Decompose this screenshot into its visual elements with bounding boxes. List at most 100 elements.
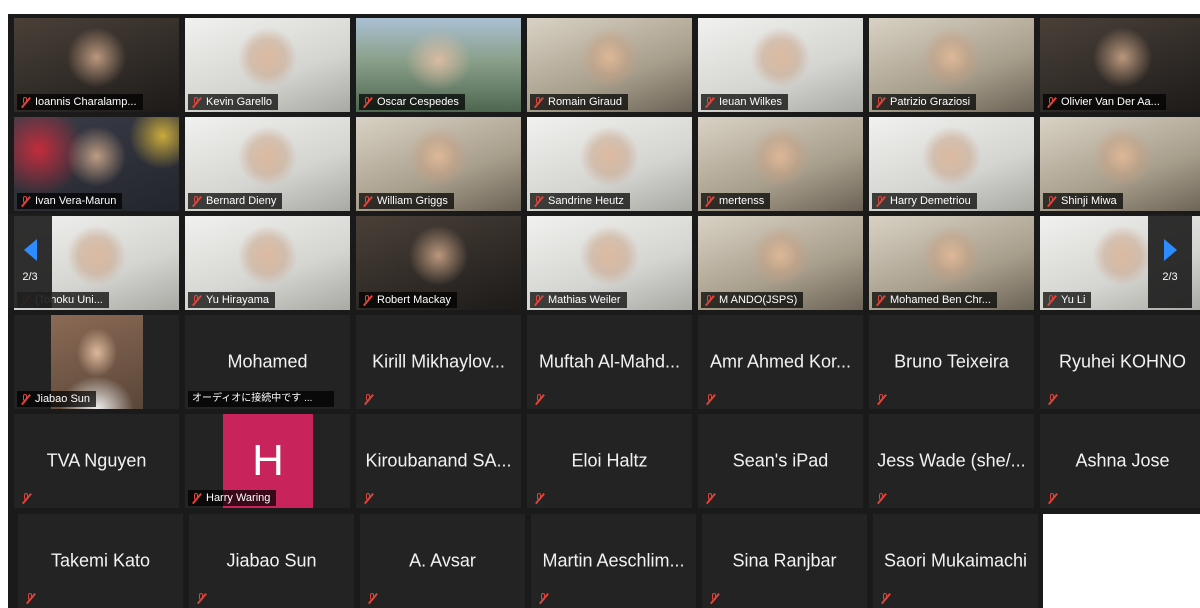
microphone-muted-icon [1047,394,1057,405]
microphone-muted-icon [362,195,372,207]
participant-name-tile[interactable]: Muftah Al-Mahd... [527,315,692,409]
participant-name: Kiroubanand SA... [365,450,512,471]
microphone-muted-icon [1046,195,1056,207]
participant-avatar-tile[interactable]: H Harry Waring [185,414,350,508]
microphone-muted-icon [875,195,885,207]
participant-video-tile[interactable]: William Griggs [356,117,521,211]
participant-video-tile[interactable]: M ANDO(JSPS) [698,216,863,310]
participant-name: Sean's iPad [732,450,829,471]
participant-name: A. Avsar [409,550,476,571]
participant-name: Yu Li [1061,294,1086,306]
participant-name-tag: Yu Li [1043,292,1092,308]
participant-video-tile[interactable]: Ieuan Wilkes [698,18,863,112]
participant-video-tile[interactable]: Robert Mackay [356,216,521,310]
participant-name-tag: Yu Hirayama [188,292,275,308]
participant-name-tile[interactable]: Sina Ranjbar [702,514,867,608]
next-page-button[interactable]: 2/3 [1148,214,1192,308]
participant-name: Ivan Vera-Marun [35,195,117,207]
participant-name-tile[interactable]: Kiroubanand SA... [356,414,521,508]
participant-name: mertenss [719,195,765,207]
participant-name: Ashna Jose [1075,450,1170,471]
microphone-muted-icon [21,493,31,504]
participant-name-tag: Olivier Van Der Aa... [1043,94,1166,110]
participant-video-tile[interactable]: Bernard Dieny [185,117,350,211]
participant-name-tile[interactable]: Jiabao Sun [189,514,354,608]
participant-video-tile[interactable]: Shinji Miwa [1040,117,1200,211]
participant-name: Bruno Teixeira [894,351,1009,372]
participant-video-tile[interactable]: Olivier Van Der Aa... [1040,18,1200,112]
microphone-muted-icon [363,394,373,405]
participant-video-tile[interactable]: Romain Giraud [527,18,692,112]
participant-name: Ieuan Wilkes [719,96,782,108]
microphone-muted-icon [705,493,715,504]
microphone-muted-icon [875,294,885,306]
microphone-muted-icon [191,195,201,207]
participant-name-tile[interactable]: Kirill Mikhaylov... [356,315,521,409]
microphone-muted-icon [704,294,714,306]
participant-name: Mathias Weiler [548,294,621,306]
participant-name: Sandrine Heutz [548,195,624,207]
participant-name-tag: Mohamed Ben Chr... [872,292,997,308]
gallery-view-grid: Ioannis Charalamp... Kevin Garello Oscar C… [8,14,1200,608]
participant-name-tile[interactable]: Sean's iPad [698,414,863,508]
participant-name: Muftah Al-Mahd... [538,351,681,372]
participant-name-tag: Kevin Garello [188,94,279,110]
microphone-muted-icon [875,96,885,108]
microphone-muted-icon [20,96,30,108]
participant-photo-tile[interactable]: Jiabao Sun [14,315,179,409]
microphone-muted-icon [534,493,544,504]
participant-name: Jiabao Sun [226,550,317,571]
microphone-muted-icon [876,394,886,405]
participant-name-tag: Robert Mackay [359,292,457,308]
participant-name-tile[interactable]: Takemi Kato [18,514,183,608]
participant-video-tile[interactable]: Kevin Garello [185,18,350,112]
microphone-muted-icon [25,593,35,604]
participant-name-tile[interactable]: TVA Nguyen [14,414,179,508]
microphone-muted-icon [533,195,543,207]
participant-name-tile[interactable]: Ryuhei KOHNO [1040,315,1200,409]
participant-name-tag: Sandrine Heutz [530,193,630,209]
audio-connecting-status: オーディオに接続中です ... [188,391,334,407]
microphone-muted-icon [709,593,719,604]
participant-name: Jiabao Sun [35,393,91,405]
microphone-muted-icon [1047,493,1057,504]
page-indicator-left: 2/3 [22,271,38,283]
microphone-muted-icon [533,294,543,306]
participant-video-tile[interactable]: Harry Demetriou [869,117,1034,211]
participant-video-tile[interactable]: Ioannis Charalamp... [14,18,179,112]
microphone-muted-icon [363,493,373,504]
participant-name-tile[interactable]: Bruno Teixeira [869,315,1034,409]
participant-name: Kevin Garello [206,96,273,108]
participant-video-tile[interactable]: Patrizio Graziosi [869,18,1034,112]
participant-name: Mohamed [227,351,308,372]
participant-name-tile[interactable]: Jess Wade (she/... [869,414,1034,508]
participant-name-tile[interactable]: Mohamed オーディオに接続中です ... [185,315,350,409]
participant-name-tile[interactable]: Eloi Haltz [527,414,692,508]
participant-video-tile[interactable]: Ivan Vera-Marun [14,117,179,211]
participant-video-tile[interactable]: Sandrine Heutz [527,117,692,211]
microphone-muted-icon [704,195,714,207]
participant-name-tile[interactable]: Ashna Jose [1040,414,1200,508]
participant-name-tag: Harry Waring [188,490,277,506]
participant-name: Shinji Miwa [1061,195,1117,207]
participant-video-tile[interactable]: Mohamed Ben Chr... [869,216,1034,310]
participant-video-tile[interactable]: mertenss [698,117,863,211]
microphone-muted-icon [1046,294,1056,306]
participant-name-tag: M ANDO(JSPS) [701,292,804,308]
empty-area [1043,514,1200,608]
participant-name-tile[interactable]: A. Avsar [360,514,525,608]
participant-name: Martin Aeschlim... [542,550,685,571]
participant-name: Robert Mackay [377,294,451,306]
participant-name-tile[interactable]: Saori Mukaimachi [873,514,1038,608]
microphone-muted-icon [534,394,544,405]
participant-video-tile[interactable]: Mathias Weiler [527,216,692,310]
previous-page-button[interactable]: 2/3 [8,214,52,308]
participant-name-tag: Shinji Miwa [1043,193,1123,209]
participant-name-tile[interactable]: Amr Ahmed Kor... [698,315,863,409]
microphone-muted-icon [20,195,30,207]
participant-name: Amr Ahmed Kor... [709,351,852,372]
microphone-muted-icon [533,96,543,108]
participant-video-tile[interactable]: Oscar Cespedes [356,18,521,112]
participant-video-tile[interactable]: Yu Hirayama [185,216,350,310]
participant-name-tile[interactable]: Martin Aeschlim... [531,514,696,608]
